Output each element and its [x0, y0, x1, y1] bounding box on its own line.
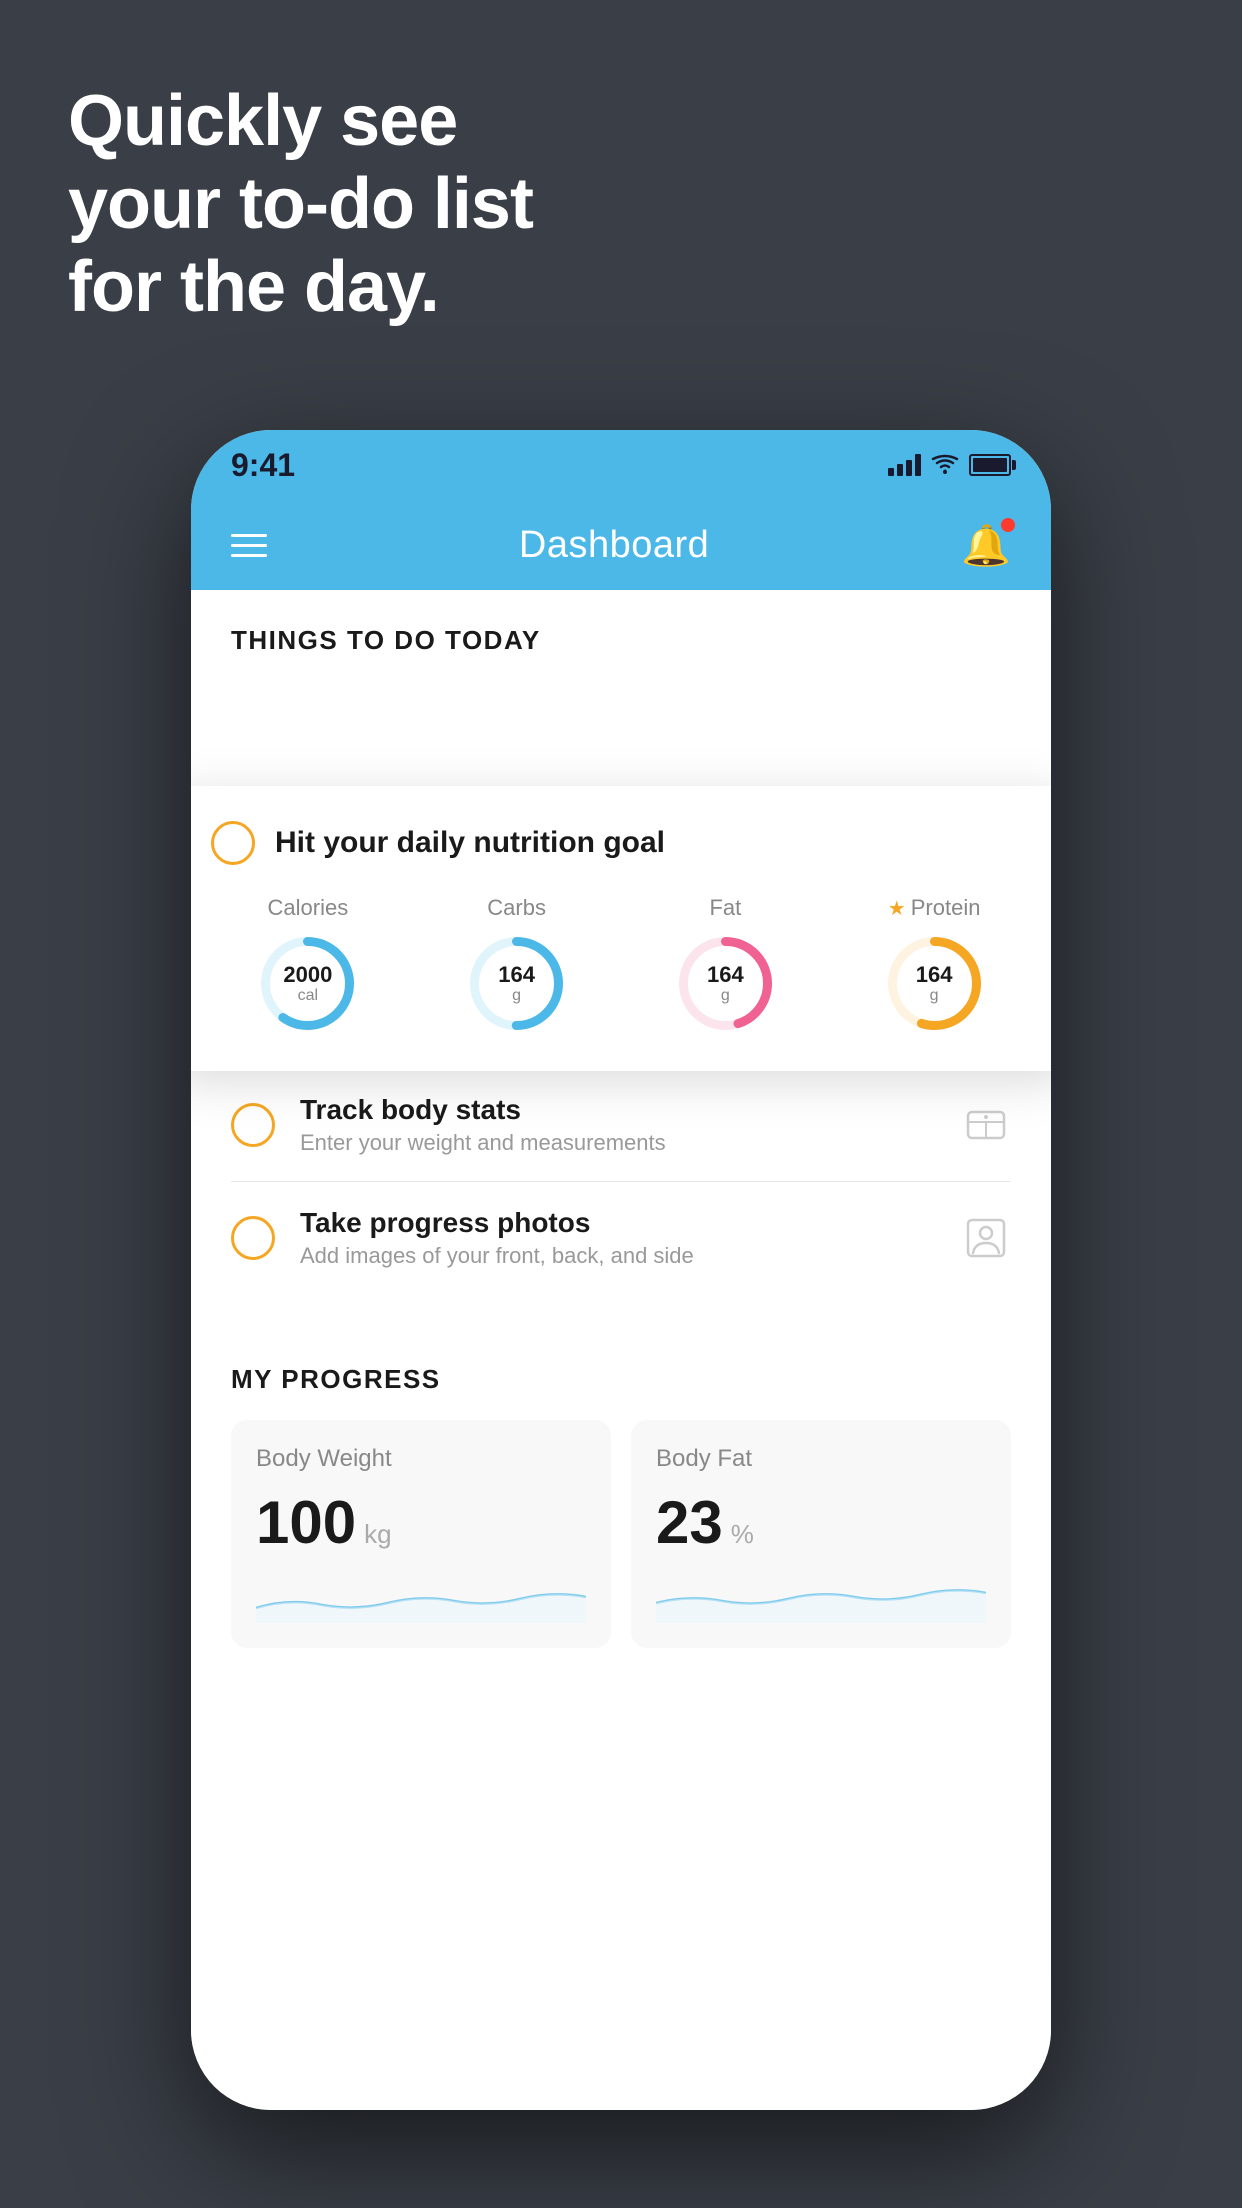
- status-icons: [888, 454, 1011, 476]
- nutrition-check-circle[interactable]: [211, 821, 255, 865]
- photos-text: Take progress photos Add images of your …: [300, 1207, 936, 1269]
- protein-label: Protein: [911, 895, 981, 921]
- nutrition-calories: Calories 2000 cal: [211, 895, 405, 1036]
- battery-icon: [969, 454, 1011, 476]
- nutrition-fat: Fat 164 g: [629, 895, 823, 1036]
- bodystats-text: Track body stats Enter your weight and m…: [300, 1094, 936, 1156]
- person-photo-icon: [961, 1213, 1011, 1263]
- screen-content: THINGS TO DO TODAY Hit your daily nutrit…: [191, 590, 1051, 2110]
- nutrition-carbs: Carbs 164 g: [420, 895, 614, 1036]
- bodystats-check-circle[interactable]: [231, 1103, 275, 1147]
- notification-button[interactable]: 🔔: [961, 522, 1011, 569]
- progress-section: MY PROGRESS Body Weight 100 kg: [191, 1324, 1051, 1678]
- hero-text: Quickly see your to-do list for the day.: [68, 80, 533, 328]
- hero-line-1: Quickly see: [68, 80, 533, 163]
- body-weight-chart: [256, 1573, 586, 1623]
- todo-item-photos[interactable]: Take progress photos Add images of your …: [231, 1182, 1011, 1294]
- progress-section-title: MY PROGRESS: [231, 1364, 1011, 1395]
- calories-label: Calories: [268, 895, 349, 921]
- calories-text: 2000 cal: [283, 962, 332, 1004]
- body-weight-card-title: Body Weight: [256, 1445, 586, 1473]
- body-weight-unit: kg: [364, 1519, 391, 1550]
- todo-item-body-stats[interactable]: Track body stats Enter your weight and m…: [231, 1069, 1011, 1182]
- carbs-label: Carbs: [487, 895, 546, 921]
- body-fat-card[interactable]: Body Fat 23 %: [631, 1420, 1011, 1648]
- hero-line-2: your to-do list: [68, 163, 533, 246]
- photos-title: Take progress photos: [300, 1207, 936, 1239]
- menu-button[interactable]: [231, 534, 267, 557]
- photos-subtitle: Add images of your front, back, and side: [300, 1243, 936, 1269]
- nutrition-protein: ★ Protein 164 g: [837, 895, 1031, 1036]
- body-fat-unit: %: [731, 1519, 754, 1550]
- hero-line-3: for the day.: [68, 246, 533, 329]
- things-to-do-header: THINGS TO DO TODAY: [191, 590, 1051, 676]
- progress-cards: Body Weight 100 kg: [231, 1420, 1011, 1648]
- bodystats-subtitle: Enter your weight and measurements: [300, 1130, 936, 1156]
- wifi-icon: [931, 454, 959, 476]
- body-fat-card-title: Body Fat: [656, 1445, 986, 1473]
- body-weight-number: 100: [256, 1493, 356, 1553]
- bodystats-title: Track body stats: [300, 1094, 936, 1126]
- protein-text: 164 g: [916, 962, 953, 1004]
- nutrition-circles: Calories 2000 cal: [211, 895, 1031, 1036]
- phone-frame: 9:41: [191, 430, 1051, 2110]
- status-bar: 9:41: [191, 430, 1051, 500]
- nutrition-card: Hit your daily nutrition goal Calories: [191, 786, 1051, 1071]
- fat-circle: 164 g: [673, 931, 778, 1036]
- phone-screen: 9:41: [191, 430, 1051, 2110]
- nutrition-card-header: Hit your daily nutrition goal: [211, 821, 1031, 865]
- notification-badge: [1001, 518, 1015, 532]
- signal-icon: [888, 454, 921, 476]
- calories-circle: 2000 cal: [255, 931, 360, 1036]
- body-fat-value: 23 %: [656, 1493, 986, 1553]
- photos-check-circle[interactable]: [231, 1216, 275, 1260]
- carbs-circle: 164 g: [464, 931, 569, 1036]
- fat-label: Fat: [709, 895, 741, 921]
- body-fat-number: 23: [656, 1493, 723, 1553]
- nutrition-card-title: Hit your daily nutrition goal: [275, 826, 665, 860]
- status-time: 9:41: [231, 447, 295, 484]
- nav-bar: Dashboard 🔔: [191, 500, 1051, 590]
- body-fat-chart: [656, 1573, 986, 1623]
- protein-circle: 164 g: [882, 931, 987, 1036]
- nav-title: Dashboard: [519, 524, 709, 567]
- star-icon: ★: [888, 896, 906, 921]
- scale-icon: [961, 1100, 1011, 1150]
- fat-text: 164 g: [707, 962, 744, 1004]
- things-to-do-title: THINGS TO DO TODAY: [231, 625, 1011, 656]
- body-weight-card[interactable]: Body Weight 100 kg: [231, 1420, 611, 1648]
- protein-label-row: ★ Protein: [888, 895, 981, 921]
- body-weight-value: 100 kg: [256, 1493, 586, 1553]
- carbs-text: 164 g: [498, 962, 535, 1004]
